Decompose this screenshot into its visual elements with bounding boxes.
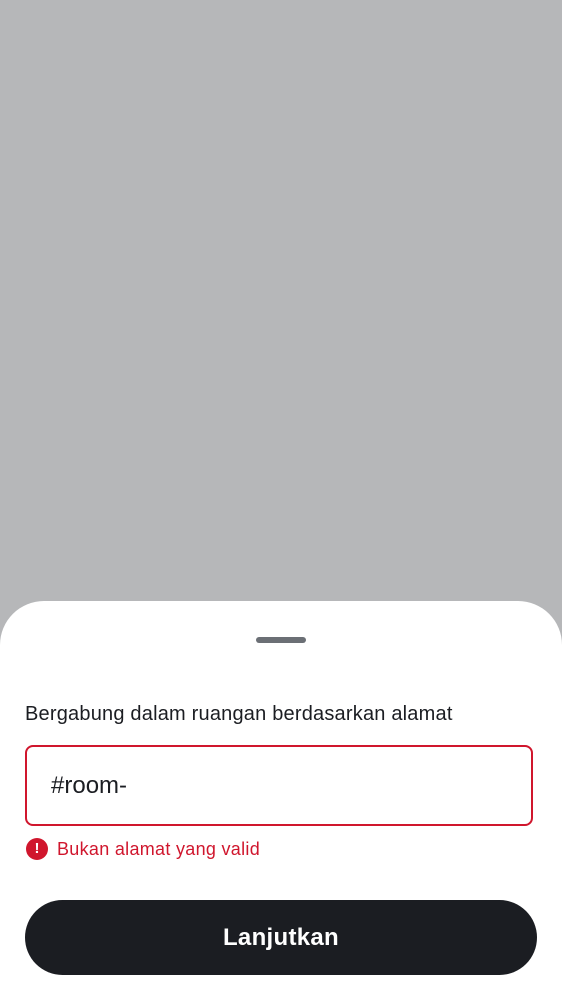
continue-button[interactable]: Lanjutkan: [25, 900, 537, 975]
error-message: Bukan alamat yang valid: [57, 838, 261, 859]
address-field[interactable]: [25, 745, 533, 826]
sheet-title: Bergabung dalam ruangan berdasarkan alam…: [25, 703, 453, 725]
drag-handle[interactable]: [256, 637, 306, 643]
error-message-row: ! Bukan alamat yang valid: [26, 837, 260, 861]
bottom-sheet: Bergabung dalam ruangan berdasarkan alam…: [0, 601, 562, 1000]
error-icon: !: [26, 838, 48, 860]
address-input[interactable]: [51, 747, 511, 824]
